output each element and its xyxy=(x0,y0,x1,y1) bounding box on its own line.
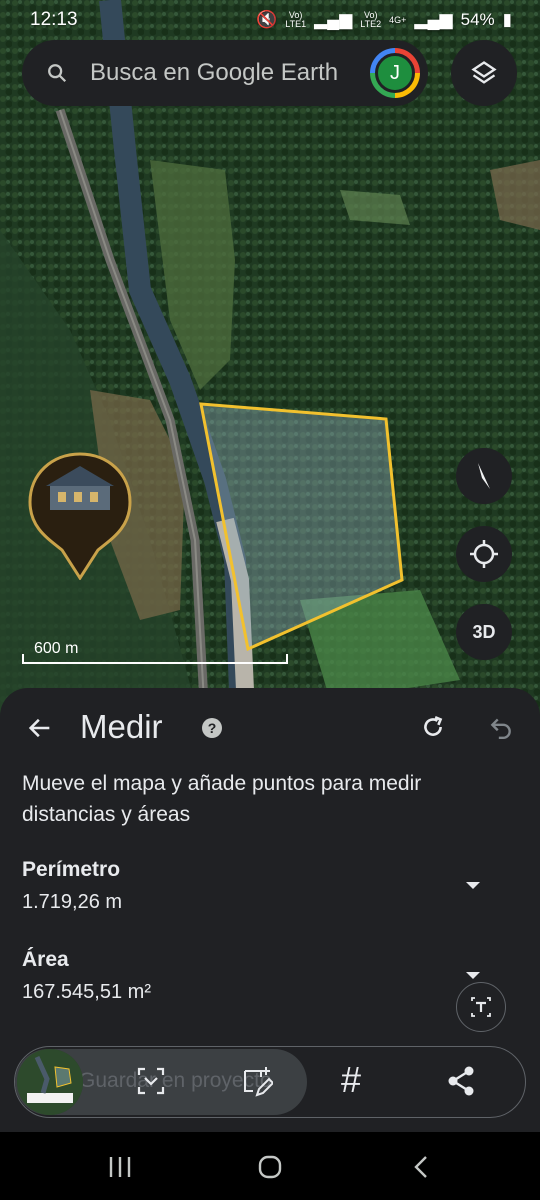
search-placeholder: Busca en Google Earth xyxy=(90,59,339,86)
home-icon[interactable] xyxy=(256,1154,284,1180)
back-nav-icon[interactable] xyxy=(408,1154,436,1180)
status-indicators: 🔇 Vo) LTE1 ▂▄▆ Vo) LTE2 4G+ ▂▄▆ 54% ▮ xyxy=(256,10,512,30)
area-chevron-down-icon[interactable] xyxy=(466,972,480,979)
signal-icon-2: ▂▄▆ xyxy=(414,10,453,29)
perimeter-label: Perímetro xyxy=(22,858,121,881)
crosshair-icon xyxy=(470,540,498,568)
text-label-button[interactable] xyxy=(456,982,506,1032)
system-nav-bar xyxy=(0,1132,540,1200)
network-1: Vo) LTE1 xyxy=(285,10,307,29)
back-arrow-icon[interactable] xyxy=(26,714,54,742)
account-avatar[interactable]: J xyxy=(370,48,420,98)
share-icon[interactable] xyxy=(445,1065,477,1097)
mute-icon: 🔇 xyxy=(256,10,278,29)
battery-text: 54% xyxy=(460,10,495,29)
my-location-button[interactable] xyxy=(456,526,512,582)
instructions-text: Mueve el mapa y añade puntos para medir … xyxy=(22,772,422,826)
add-feature-edit-icon[interactable] xyxy=(239,1065,273,1099)
perimeter-value: 1.719,26 m xyxy=(22,891,123,913)
text-icon xyxy=(471,997,491,1017)
battery-icon: ▮ xyxy=(502,10,512,29)
network-2: Vo) LTE2 xyxy=(360,10,382,29)
project-thumbnail[interactable] xyxy=(17,1049,83,1115)
compass-button[interactable] xyxy=(456,448,512,504)
measure-toolbar: Guardar en proyecto # xyxy=(14,1046,526,1118)
signal-icon: ▂▄▆ xyxy=(314,10,353,29)
help-icon[interactable]: ? xyxy=(202,718,222,738)
perimeter-chevron-down-icon[interactable] xyxy=(466,882,480,889)
redo-icon[interactable] xyxy=(420,714,446,740)
undo-icon[interactable] xyxy=(488,714,514,740)
area-value: 167.545,51 m² xyxy=(22,981,151,1003)
network-3: 4G+ xyxy=(389,14,407,25)
status-bar: 12:13 🔇 Vo) LTE1 ▂▄▆ Vo) LTE2 4G+ ▂▄▆ 54% … xyxy=(0,0,540,40)
satellite-imagery xyxy=(0,0,540,720)
r2-logo xyxy=(28,452,132,581)
toggle-3d-button[interactable]: 3D xyxy=(456,604,512,660)
layers-button[interactable] xyxy=(451,40,517,106)
scale-bar xyxy=(22,654,288,664)
map-scale: 600 m xyxy=(22,640,288,664)
status-time: 12:13 xyxy=(30,9,78,30)
panel-title: Medir xyxy=(80,708,163,745)
layers-icon xyxy=(471,61,497,84)
fit-view-icon[interactable] xyxy=(135,1065,167,1097)
search-bar[interactable]: Busca en Google Earth J xyxy=(22,40,428,106)
compass-icon xyxy=(478,463,490,489)
search-icon xyxy=(48,64,67,83)
recent-apps-icon[interactable] xyxy=(106,1154,134,1180)
area-label: Área xyxy=(22,948,69,971)
satellite-map[interactable]: 12:13 🔇 Vo) LTE1 ▂▄▆ Vo) LTE2 4G+ ▂▄▆ 54% … xyxy=(0,0,540,720)
hashtag-icon[interactable]: # xyxy=(341,1059,361,1101)
